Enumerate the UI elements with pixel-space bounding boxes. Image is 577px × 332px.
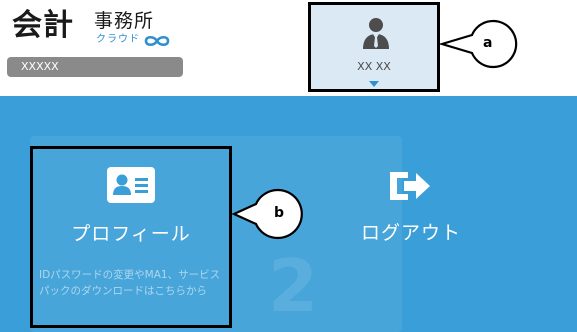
callout-a-label: a xyxy=(483,35,493,51)
logo-main-text: 会計 xyxy=(12,8,74,43)
profile-title: プロフィール xyxy=(71,223,191,245)
chevron-down-icon xyxy=(369,81,379,87)
header: 会計 事務所 クラウド XXXXX XX XX a xyxy=(0,0,577,96)
logo-tagline: クラウド xyxy=(96,34,140,45)
callout-b-bubble xyxy=(231,188,303,240)
profile-card-icon xyxy=(107,167,155,203)
logo-sub-text: 事務所 xyxy=(94,10,155,32)
app-logo[interactable]: 会計 事務所 クラウド xyxy=(12,8,192,52)
infinity-icon xyxy=(144,35,170,47)
callout-b-label: b xyxy=(274,205,285,221)
user-name: XX XX xyxy=(357,60,391,73)
profile-menu-item[interactable]: プロフィール IDパスワードの変更やMA1、サービスパックのダウンロードはこちら… xyxy=(30,146,232,328)
user-avatar-icon xyxy=(363,18,389,49)
office-name-bar: XXXXX xyxy=(7,57,183,77)
user-menu-button[interactable]: XX XX xyxy=(308,2,440,92)
profile-description: IDパスワードの変更やMA1、サービスパックのダウンロードはこちらから xyxy=(39,269,221,297)
logout-title: ログアウト xyxy=(360,222,461,244)
logout-menu-item[interactable]: ログアウト xyxy=(350,166,490,256)
account-menu-panel: 2 プロフィール IDパスワードの変更やMA1、サービスパックのダウンロードはこ… xyxy=(0,96,577,332)
background-watermark: 2 xyxy=(268,244,319,328)
callout-a-bubble xyxy=(438,19,518,69)
logout-icon xyxy=(390,172,430,200)
